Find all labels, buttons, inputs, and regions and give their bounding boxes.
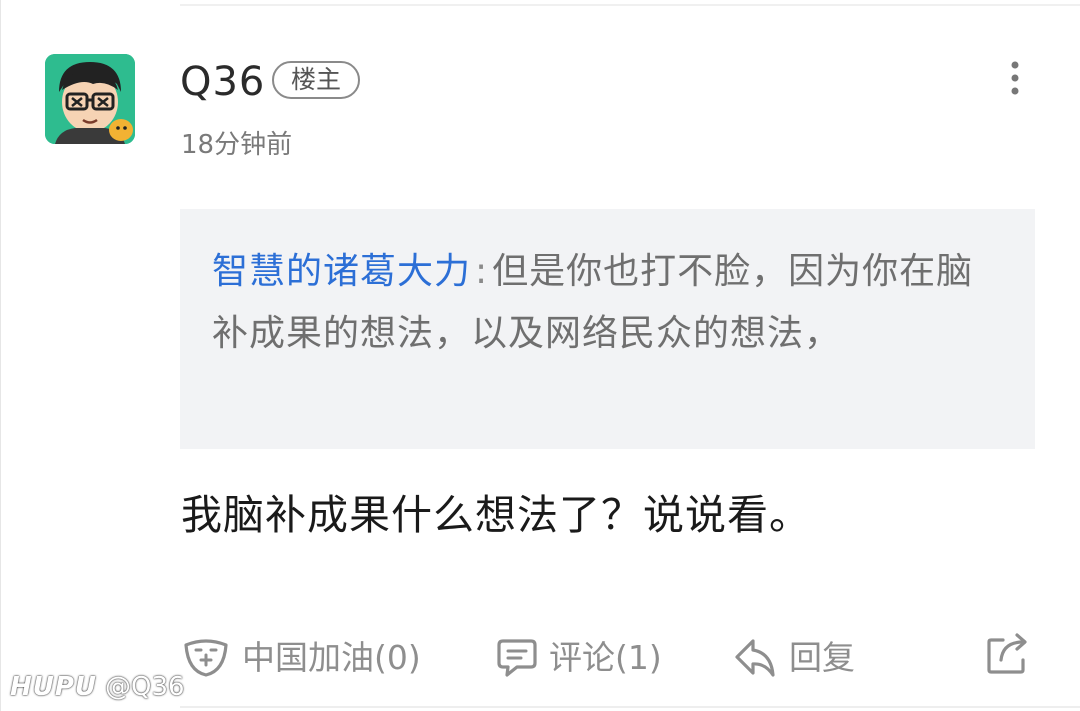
comment-button[interactable]: 评论(1) [497,632,662,684]
cheer-face-icon [184,639,228,677]
avatar[interactable] [45,54,135,144]
top-divider [180,4,1080,6]
watermark-handle: @Q36 [105,672,185,702]
bottom-divider [180,706,1080,708]
quote-text-block: 智慧的诸葛大力: 但是你也打不脸，因为你在脑补成果的想法，以及网络民众的想法， [212,241,975,365]
quote-author-link[interactable]: 智慧的诸葛大力 [212,251,471,292]
op-badge: 楼主 [272,61,360,99]
quote-separator: : [475,251,489,292]
comment-label: 评论(1) [549,638,662,677]
post-detail: Q36 楼主 18分钟前 智慧的诸葛大力: 但是你也打不脸，因为你在脑补成果的想法… [0,0,1080,711]
post-timestamp: 18分钟前 [181,130,293,160]
username[interactable]: Q36 [180,56,265,108]
watermark-brand: HUPU [10,672,98,702]
reply-label: 回复 [789,638,855,677]
reply-arrow-icon [735,639,775,677]
left-border [0,0,1,711]
watermark: HUPU @Q36 [10,670,185,704]
reply-button[interactable]: 回复 [733,632,855,684]
post-content: 我脑补成果什么想法了？说说看。 [181,491,811,539]
share-icon[interactable] [985,630,1031,676]
comment-bubble-icon [497,639,537,677]
cheer-label: 中国加油(0) [242,638,421,677]
avatar-illustration-icon [45,54,135,144]
quoted-reply: 智慧的诸葛大力: 但是你也打不脸，因为你在脑补成果的想法，以及网络民众的想法， [180,209,1035,449]
more-vertical-icon[interactable] [1000,58,1030,98]
cheer-button[interactable]: 中国加油(0) [182,632,421,684]
